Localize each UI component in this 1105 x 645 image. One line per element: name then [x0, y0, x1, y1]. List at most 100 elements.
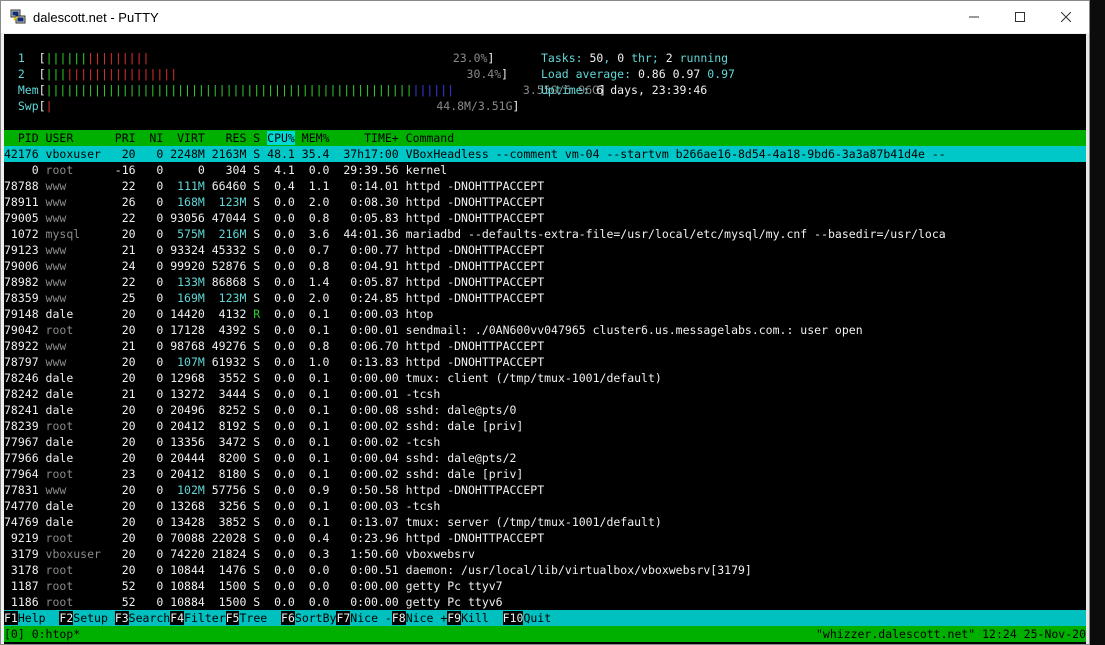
process-row[interactable]: 77967 dale 20 0 13356 3472 S 0.0 0.1 0:0…	[4, 434, 1086, 450]
cell-mem: 0.1	[301, 451, 337, 465]
cell-state: S	[253, 355, 268, 369]
header-mem[interactable]: MEM%	[302, 131, 337, 145]
cell-mem: 0.7	[301, 243, 337, 257]
process-row[interactable]: 78242 dale 21 0 13272 3444 S 0.0 0.1 0:0…	[4, 386, 1086, 402]
cell-pri: 21	[114, 339, 143, 353]
cell-command: httpd -DNOHTTPACCEPT	[405, 179, 545, 193]
process-row[interactable]: 79123 www 21 0 93324 45332 S 0.0 0.7 0:0…	[4, 242, 1086, 258]
fkey-f9[interactable]: F9	[447, 611, 462, 625]
cell-command: -tcsh	[405, 499, 441, 513]
fkey-f6[interactable]: F6	[281, 611, 295, 625]
process-row[interactable]: 74769 dale 20 0 13428 3852 S 0.0 0.1 0:1…	[4, 514, 1086, 530]
process-row[interactable]: 78911 www 26 0 168M 123M S 0.0 2.0 0:08.…	[4, 194, 1086, 210]
process-row[interactable]: 79005 www 22 0 93056 47044 S 0.0 0.8 0:0…	[4, 210, 1086, 226]
process-row[interactable]: 0 root -16 0 0 304 S 4.1 0.0 29:39.56 ke…	[4, 162, 1086, 178]
process-row[interactable]: 1187 root 52 0 10884 1500 S 0.0 0.0 0:00…	[4, 578, 1086, 594]
cell-pid: 79005	[4, 211, 46, 225]
fkey-f10[interactable]: F10	[502, 611, 524, 625]
terminal-area[interactable]: 1 [||||||||||||||| 23.0%] 2 [||||||||||||…	[4, 34, 1086, 644]
process-row[interactable]: 78797 www 20 0 107M 61932 S 0.0 1.0 0:13…	[4, 354, 1086, 370]
cell-ni: 0	[142, 595, 171, 609]
header-cpu[interactable]: CPU%	[267, 131, 295, 145]
fkey-f3[interactable]: F3	[114, 611, 129, 625]
fkey-label-f8[interactable]: Nice +	[406, 611, 448, 625]
cell-user: www	[45, 483, 115, 497]
cell-pid: 77966	[4, 451, 46, 465]
cell-res: 1476	[211, 563, 254, 577]
fkey-label-f7[interactable]: Nice -	[350, 611, 392, 625]
process-table-header[interactable]: PID USER PRI NI VIRT RES S CPU% MEM% TIM…	[4, 130, 1086, 146]
process-row-selected[interactable]: 42176 vboxuser 20 0 2248M 2163M S 48.1 3…	[4, 146, 1086, 162]
fkey-f5[interactable]: F5	[225, 611, 240, 625]
scrollbar[interactable]	[1086, 34, 1089, 644]
fkey-f1[interactable]: F1	[4, 611, 18, 625]
cell-mem: 0.3	[301, 547, 337, 561]
cell-res: 66460	[211, 179, 254, 193]
process-row[interactable]: 9219 root 20 0 70088 22028 S 0.0 0.4 0:2…	[4, 530, 1086, 546]
process-row[interactable]: 78788 www 22 0 111M 66460 S 0.4 1.1 0:14…	[4, 178, 1086, 194]
cell-mem: 0.8	[301, 339, 337, 353]
maximize-button[interactable]	[997, 1, 1043, 33]
fkey-f2[interactable]: F2	[59, 611, 74, 625]
process-row[interactable]: 79006 www 24 0 99920 52876 S 0.0 0.8 0:0…	[4, 258, 1086, 274]
cell-mem: 0.1	[301, 307, 337, 321]
fkey-label-f9[interactable]: Kill	[461, 611, 503, 625]
minimize-button[interactable]	[951, 1, 997, 33]
cell-cpu: 0.0	[267, 339, 302, 353]
header-user[interactable]: USER	[46, 131, 115, 145]
header-pid[interactable]: PID	[4, 131, 46, 145]
cell-res: 3444	[211, 387, 254, 401]
header-time[interactable]: TIME+	[336, 131, 405, 145]
cell-pid: 79123	[4, 243, 46, 257]
fkey-label-f5[interactable]: Tree	[239, 611, 281, 625]
fkey-f8[interactable]: F8	[391, 611, 406, 625]
cell-command: httpd -DNOHTTPACCEPT	[405, 275, 545, 289]
process-row[interactable]: 78246 dale 20 0 12968 3552 S 0.0 0.1 0:0…	[4, 370, 1086, 386]
process-row[interactable]: 77831 www 20 0 102M 57756 S 0.0 0.9 0:50…	[4, 482, 1086, 498]
header-pri[interactable]: PRI	[115, 131, 143, 145]
header-s[interactable]: S	[253, 131, 267, 145]
close-button[interactable]	[1043, 1, 1089, 33]
process-row[interactable]: 78359 www 25 0 169M 123M S 0.0 2.0 0:24.…	[4, 290, 1086, 306]
cell-user: vboxuser	[45, 547, 115, 561]
process-row[interactable]: 79042 root 20 0 17128 4392 S 0.0 0.1 0:0…	[4, 322, 1086, 338]
title-bar[interactable]: dalescott.net - PuTTY	[1, 1, 1089, 33]
cell-command: httpd -DNOHTTPACCEPT	[405, 291, 545, 305]
tmux-status-bar: [0] 0:htop* "whizzer.dalescott.net" 12:24…	[4, 626, 1086, 642]
fkey-f4[interactable]: F4	[170, 611, 185, 625]
fkey-label-f6[interactable]: SortBy	[295, 611, 337, 625]
cell-user: dale	[45, 307, 115, 321]
process-row[interactable]: 77964 root 23 0 20412 8180 S 0.0 0.1 0:0…	[4, 466, 1086, 482]
fkey-label-f4[interactable]: Filter	[184, 611, 226, 625]
cell-res: 86868	[211, 275, 254, 289]
process-row[interactable]: 74770 dale 20 0 13268 3256 S 0.0 0.1 0:0…	[4, 498, 1086, 514]
cell-state: S	[253, 291, 268, 305]
fkey-label-f3[interactable]: Search	[129, 611, 171, 625]
process-row[interactable]: 3178 root 20 0 10844 1476 S 0.0 0.0 0:00…	[4, 562, 1086, 578]
process-row[interactable]: 79148 dale 20 0 14420 4132 R 0.0 0.1 0:0…	[4, 306, 1086, 322]
cell-time: 0:50.58	[336, 483, 406, 497]
cell-virt: 20496	[170, 403, 212, 417]
process-row[interactable]: 77966 dale 20 0 20444 8200 S 0.0 0.1 0:0…	[4, 450, 1086, 466]
cell-pid: 1072	[4, 227, 46, 241]
process-row[interactable]: 3179 vboxuser 20 0 74220 21824 S 0.0 0.3…	[4, 546, 1086, 562]
fkey-label-f1[interactable]: Help	[18, 611, 60, 625]
process-row[interactable]: 1186 root 52 0 10884 1500 S 0.0 0.0 0:00…	[4, 594, 1086, 610]
cell-cpu: 0.4	[267, 179, 302, 193]
cell-cpu: 0.0	[267, 371, 302, 385]
fkey-f7[interactable]: F7	[336, 611, 351, 625]
header-command[interactable]: Command	[406, 131, 454, 145]
fkey-label-f2[interactable]: Setup	[73, 611, 115, 625]
header-virt[interactable]: VIRT	[170, 131, 212, 145]
fkey-label-f10[interactable]: Quit	[523, 611, 551, 625]
process-row[interactable]: 1072 mysql 20 0 575M 216M S 0.0 3.6 44:0…	[4, 226, 1086, 242]
cell-mem: 0.0	[301, 595, 337, 609]
header-ni[interactable]: NI	[143, 131, 171, 145]
cell-pid: 74769	[4, 515, 46, 529]
process-row[interactable]: 78982 www 22 0 133M 86868 S 0.0 1.4 0:05…	[4, 274, 1086, 290]
header-res[interactable]: RES	[212, 131, 254, 145]
process-row[interactable]: 78239 root 20 0 20412 8192 S 0.0 0.1 0:0…	[4, 418, 1086, 434]
process-row[interactable]: 78922 www 21 0 98768 49276 S 0.0 0.8 0:0…	[4, 338, 1086, 354]
cell-user: root	[45, 595, 115, 609]
process-row[interactable]: 78241 dale 20 0 20496 8252 S 0.0 0.1 0:0…	[4, 402, 1086, 418]
